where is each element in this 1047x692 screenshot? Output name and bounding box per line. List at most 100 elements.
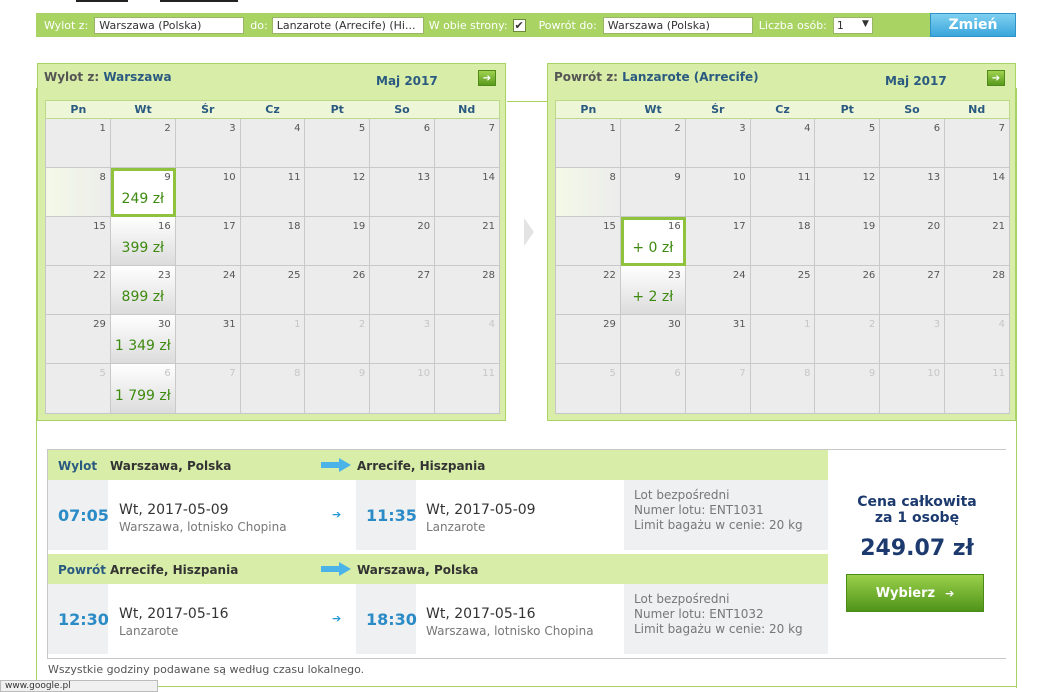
- flight-summary: Wylot Warszawa, Polska Arrecife, Hiszpan…: [47, 449, 1006, 659]
- arrow-right-icon: [524, 218, 534, 246]
- arrow-right-icon: [321, 458, 351, 472]
- calendar-day: 9: [815, 364, 881, 413]
- calendar-day-with-price[interactable]: 9 249 zł: [110, 168, 176, 217]
- calendar-weeks: 1 2 3 4 5 6 7 8 9 10 11 12 13 14 15 16 + 0 zł 17 18 19 20 21 2…: [555, 118, 1010, 414]
- day-number: 24: [732, 270, 746, 281]
- calendar-day: 31: [685, 315, 751, 364]
- day-number: 31: [732, 319, 746, 330]
- calendar-day-with-price[interactable]: 6 1 799 zł: [110, 364, 176, 413]
- return-input[interactable]: Warszawa (Polska): [602, 16, 753, 34]
- arrival-place: Lanzarote: [426, 520, 486, 534]
- calendar-day: 14: [435, 168, 500, 217]
- calendar-day: 21: [435, 217, 500, 266]
- calendar-day: 20: [880, 217, 946, 266]
- day-price: 249 zł: [121, 191, 165, 207]
- to-input[interactable]: Lanzarote (Arrecife) (Hi...: [271, 16, 424, 34]
- day-number: 10: [732, 172, 746, 183]
- outbound-calendar: Wylot z: Warszawa Maj 2017 ➔ Pn Wt Śr Cz Pt S…: [37, 63, 506, 421]
- day-number: 15: [603, 221, 616, 232]
- day-number: 3: [229, 123, 236, 134]
- calendar-day-with-price[interactable]: 16 399 zł: [110, 217, 176, 266]
- calendar-day: 17: [685, 217, 751, 266]
- calendar-week: 29 30 31 1 2 3 4: [556, 315, 1010, 364]
- day-number: 10: [417, 368, 431, 379]
- calendar-day-with-price[interactable]: 23 899 zł: [110, 266, 176, 315]
- calendar-day: 10: [880, 364, 946, 413]
- day-number: 22: [93, 270, 106, 281]
- calendar-day: 8: [240, 364, 306, 413]
- frame-connector: [507, 101, 547, 102]
- return-to: Warszawa, Polska: [357, 563, 479, 577]
- calendar-week: 5 6 7 8 9 10 11: [556, 364, 1010, 413]
- departure-time: 07:05: [58, 506, 109, 525]
- calendar-day-with-price[interactable]: 30 1 349 zł: [110, 315, 176, 364]
- calendar-day: 11: [240, 168, 306, 217]
- return-label: Powrót do:: [538, 18, 597, 32]
- baggage-limit: Limit bagażu w cenie: 20 kg: [634, 518, 803, 532]
- calendar-day: 4: [435, 315, 500, 364]
- calendar-week: 8 9 249 zł 10 11 12 13 14: [46, 168, 500, 217]
- day-number: 23: [157, 270, 171, 281]
- arrival-place: Warszawa, lotnisko Chopina: [426, 624, 594, 638]
- calendar-day: 29: [556, 315, 621, 364]
- day-number: 11: [287, 172, 301, 183]
- calendar-day: 1: [556, 119, 621, 168]
- calendar-week: 1 2 3 4 5 6 7: [556, 119, 1010, 168]
- weekday-label: Wt: [134, 103, 152, 116]
- search-bar: Wylot z: Warszawa (Polska) do: Lanzarote…: [36, 13, 932, 37]
- calendar-day: 1: [750, 315, 816, 364]
- day-number: 6: [423, 123, 431, 134]
- calendar-day: 11: [945, 364, 1010, 413]
- calendar-day: 25: [750, 266, 816, 315]
- next-month-button[interactable]: ➔: [478, 70, 496, 86]
- calendar-day: 3: [370, 315, 436, 364]
- day-number: 26: [862, 270, 876, 281]
- day-number: 30: [157, 319, 171, 330]
- calendar-day: 28: [435, 266, 500, 315]
- outbound-details: 07:05 Wt, 2017-05-09 Warszawa, lotnisko …: [48, 480, 828, 550]
- next-month-button[interactable]: ➔: [987, 70, 1005, 86]
- top-tab[interactable]: [76, 0, 128, 2]
- calendar-day: 14: [945, 168, 1010, 217]
- day-number: 5: [868, 123, 876, 134]
- calendar-day: 26: [815, 266, 881, 315]
- weekday-label: Pn: [580, 103, 597, 116]
- day-number: 2: [868, 319, 876, 330]
- calendar-day: 19: [305, 217, 371, 266]
- from-input[interactable]: Warszawa (Polska): [94, 16, 245, 34]
- day-number: 13: [417, 172, 431, 183]
- persons-select[interactable]: 1 ▼: [832, 16, 873, 34]
- day-number: 8: [99, 172, 106, 183]
- flight-number: Numer lotu: ENT1031: [634, 503, 764, 517]
- calendar-day-with-price[interactable]: 23 + 2 zł: [620, 266, 686, 315]
- weekday-label: Pt: [330, 103, 344, 116]
- day-number: 5: [609, 368, 616, 379]
- flight-info: Lot bezpośredni Numer lotu: ENT1031 Limi…: [624, 480, 828, 550]
- calendar-day: 6: [880, 119, 946, 168]
- calendar-day: 2: [815, 315, 881, 364]
- change-search-button[interactable]: Zmień: [930, 13, 1016, 37]
- weekday-label: Nd: [458, 103, 476, 116]
- top-tab[interactable]: [160, 0, 238, 2]
- calendar-day-with-price[interactable]: 16 + 0 zł: [620, 217, 686, 266]
- select-flight-button[interactable]: Wybierz ➔: [846, 574, 984, 612]
- calendar-day: 9: [305, 364, 371, 413]
- departure-time: 12:30: [58, 610, 109, 629]
- day-number: 1: [294, 319, 301, 330]
- day-number: 7: [739, 368, 746, 379]
- day-price: + 0 zł: [632, 240, 674, 256]
- calendar-week: 15 16 + 0 zł 17 18 19 20 21: [556, 217, 1010, 266]
- day-number: 3: [739, 123, 746, 134]
- day-number: 11: [797, 172, 811, 183]
- roundtrip-checkbox[interactable]: ✔: [512, 18, 526, 32]
- calendar-day: 28: [945, 266, 1010, 315]
- calendar-city: Warszawa: [103, 70, 172, 84]
- day-number: 2: [358, 319, 366, 330]
- baggage-limit: Limit bagażu w cenie: 20 kg: [634, 622, 803, 636]
- calendar-day: 17: [175, 217, 241, 266]
- day-number: 7: [998, 123, 1006, 134]
- day-number: 9: [164, 172, 171, 183]
- calendar-day: 7: [945, 119, 1010, 168]
- calendar-day: 30: [620, 315, 686, 364]
- day-number: 27: [417, 270, 431, 281]
